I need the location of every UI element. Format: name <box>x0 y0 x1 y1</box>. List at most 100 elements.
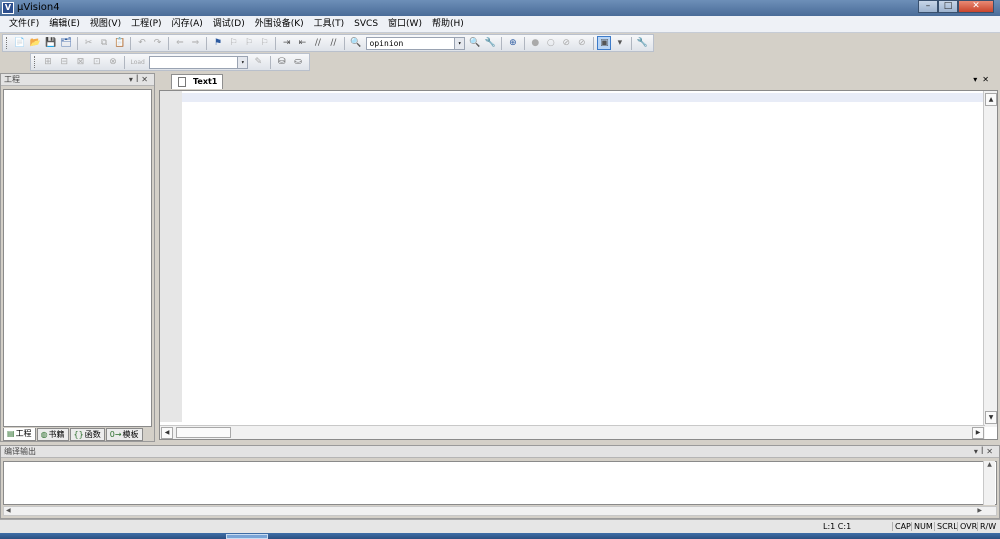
window-dropdown-icon[interactable]: ▾ <box>613 36 627 50</box>
tab-project[interactable]: ▤工程 <box>3 428 36 441</box>
close-tab-icon[interactable]: ✕ <box>982 75 994 84</box>
chevron-down-icon[interactable]: ▾ <box>454 37 465 49</box>
configure-icon[interactable]: 🔧 <box>636 36 650 50</box>
scroll-left-icon[interactable]: ◀ <box>161 427 173 439</box>
close-icon[interactable]: ✕ <box>141 75 151 84</box>
download-load-icon[interactable]: Load <box>129 55 146 69</box>
incremental-find-icon[interactable]: 🔍 <box>468 36 482 50</box>
horizontal-scrollbar[interactable]: ◀ ▶ <box>160 425 985 439</box>
scroll-right-icon[interactable]: ▶ <box>972 427 984 439</box>
menu-peripherals[interactable]: 外围设备(K) <box>250 17 309 32</box>
navigate-back-icon[interactable]: ⇐ <box>173 36 187 50</box>
menu-flash[interactable]: 闪存(A) <box>167 17 208 32</box>
find-replace-icon[interactable]: 🔧 <box>484 36 498 50</box>
taskbar-app-button[interactable] <box>226 534 268 539</box>
find-in-files-icon[interactable]: 🔍 <box>349 36 363 50</box>
output-horizontal-scrollbar[interactable]: ◀ ▶ <box>3 506 997 516</box>
bookmark-icon[interactable]: ⚑ <box>211 36 225 50</box>
overwrite-indicator: OVR <box>957 522 979 531</box>
target-options-icon[interactable]: ✎ <box>251 55 265 69</box>
prev-bookmark-icon[interactable]: ⚐ <box>227 36 241 50</box>
scroll-left-icon[interactable]: ◀ <box>6 507 11 514</box>
scroll-up-icon[interactable]: ▲ <box>984 461 995 468</box>
find-combo[interactable]: opinion ▾ <box>365 36 466 50</box>
find-combo-value: opinion <box>369 38 404 48</box>
clear-bookmarks-icon[interactable]: ⚐ <box>258 36 272 50</box>
minimize-button[interactable]: – <box>918 0 938 13</box>
tab-label: 模板 <box>122 430 139 439</box>
tab-templates[interactable]: 0→模板 <box>105 428 143 441</box>
editor-tab-text1[interactable]: Text1 <box>171 74 223 89</box>
templates-icon: 0→ <box>109 430 122 439</box>
os-taskbar <box>0 533 1000 539</box>
stop-build-icon[interactable]: ⊗ <box>106 55 120 69</box>
menu-view[interactable]: 视图(V) <box>85 17 126 32</box>
target-combo[interactable]: ▾ <box>149 55 249 69</box>
output-vertical-scrollbar[interactable]: ▲ <box>983 461 995 505</box>
enable-breakpoint-icon[interactable]: ○ <box>544 36 558 50</box>
build-output-text[interactable] <box>3 461 997 505</box>
tab-functions[interactable]: {}函数 <box>69 428 105 441</box>
code-editor[interactable]: ▲ ▼ ◀ ▶ <box>159 90 998 440</box>
menu-help[interactable]: 帮助(H) <box>427 17 469 32</box>
kill-breakpoints-icon[interactable]: ⊘ <box>575 36 589 50</box>
menu-window[interactable]: 窗口(W) <box>383 17 427 32</box>
window-title: µVision4 <box>17 2 60 13</box>
redo-icon[interactable]: ↷ <box>151 36 165 50</box>
navigate-forward-icon[interactable]: ⇒ <box>189 36 203 50</box>
panel-menu-icon[interactable]: ▾ <box>974 447 981 456</box>
manage-components-icon[interactable]: ⛁ <box>275 55 289 69</box>
batch-build-icon[interactable]: ⊡ <box>90 55 104 69</box>
tab-list-icon[interactable]: ▾ <box>973 75 982 84</box>
caps-lock-indicator: CAP <box>892 522 913 531</box>
tab-books[interactable]: ◍书籍 <box>36 428 69 441</box>
scroll-down-icon[interactable]: ▼ <box>985 411 997 424</box>
close-button[interactable]: ✕ <box>958 0 994 13</box>
menu-svcs[interactable]: SVCS <box>349 17 383 32</box>
scroll-right-icon[interactable]: ▶ <box>977 507 982 514</box>
line-gutter[interactable] <box>160 91 182 422</box>
save-icon[interactable]: 💾 <box>44 36 58 50</box>
rebuild-icon[interactable]: ⊠ <box>73 55 87 69</box>
translate-icon[interactable]: ⊞ <box>41 55 55 69</box>
project-tree[interactable] <box>3 89 152 427</box>
insert-breakpoint-icon[interactable]: ● <box>529 36 543 50</box>
scroll-thumb[interactable] <box>176 427 231 438</box>
debug-session-icon[interactable]: ⊕ <box>506 36 520 50</box>
close-icon[interactable]: ✕ <box>986 447 996 456</box>
save-all-icon[interactable]: 🗂 <box>59 36 73 50</box>
pack-installer-icon[interactable]: ⛀ <box>291 55 305 69</box>
cut-icon[interactable]: ✂ <box>82 36 96 50</box>
paste-icon[interactable]: 📋 <box>113 36 127 50</box>
scroll-up-icon[interactable]: ▲ <box>985 93 997 106</box>
menu-file[interactable]: 文件(F) <box>4 17 44 32</box>
unindent-icon[interactable]: ⇤ <box>296 36 310 50</box>
toolbar-grip[interactable] <box>34 56 37 68</box>
vertical-scrollbar[interactable]: ▲ ▼ <box>983 91 997 427</box>
uncomment-icon[interactable]: // <box>327 36 341 50</box>
maximize-button[interactable]: □ <box>938 0 958 13</box>
build-output-panel: 编译输出 ▾ꟾ✕ ▲ ◀ ▶ <box>0 445 1000 519</box>
menu-project[interactable]: 工程(P) <box>126 17 166 32</box>
comment-icon[interactable]: // <box>311 36 325 50</box>
project-icon: ▤ <box>7 429 15 438</box>
panel-menu-icon[interactable]: ▾ <box>129 75 136 84</box>
next-bookmark-icon[interactable]: ⚐ <box>242 36 256 50</box>
undo-icon[interactable]: ↶ <box>135 36 149 50</box>
disable-breakpoints-icon[interactable]: ⊘ <box>560 36 574 50</box>
toolbar-separator <box>269 55 271 69</box>
indent-icon[interactable]: ⇥ <box>280 36 294 50</box>
build-icon[interactable]: ⊟ <box>57 55 71 69</box>
window-select-icon[interactable]: ▣ <box>597 36 612 50</box>
chevron-down-icon[interactable]: ▾ <box>237 56 248 68</box>
new-file-icon[interactable]: 📄 <box>13 36 27 50</box>
project-panel: 工程 ▾ꟾ✕ ▤工程 ◍书籍 {}函数 0→模板 <box>0 73 155 442</box>
menu-edit[interactable]: 编辑(E) <box>44 17 85 32</box>
toolbar-separator <box>501 36 503 50</box>
menu-tools[interactable]: 工具(T) <box>309 17 350 32</box>
menu-debug[interactable]: 调试(D) <box>208 17 250 32</box>
toolbar-separator <box>124 55 126 69</box>
copy-icon[interactable]: ⧉ <box>97 36 111 50</box>
toolbar-grip[interactable] <box>6 37 9 49</box>
open-file-icon[interactable]: 📂 <box>28 36 42 50</box>
